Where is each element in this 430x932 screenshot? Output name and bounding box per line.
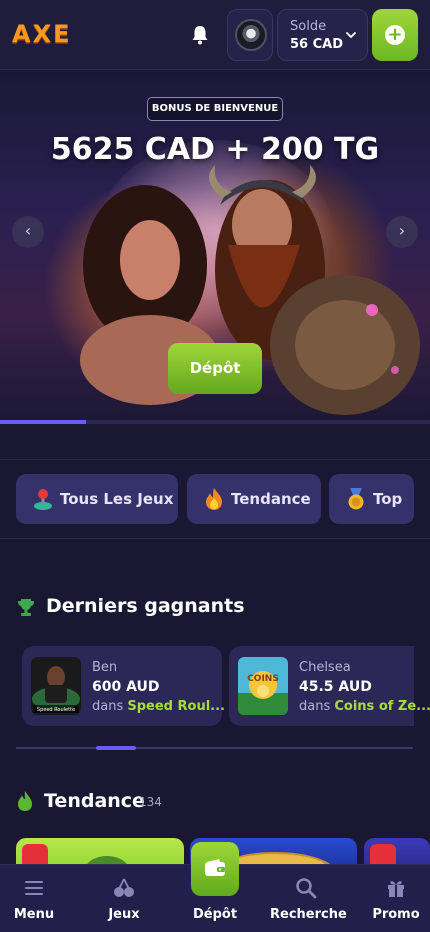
- carousel-progress-fill: [0, 420, 86, 424]
- winner-game-line: dans Coins of Ze...: [299, 699, 430, 714]
- nav-deposit-button[interactable]: [191, 842, 239, 896]
- trending-count: 134: [139, 795, 162, 809]
- axe-logo[interactable]: AXE: [12, 20, 71, 48]
- wallet-icon: [205, 859, 225, 876]
- hero-deposit-button[interactable]: Dépôt: [168, 343, 262, 394]
- nav-label: Recherche: [270, 907, 347, 922]
- trending-title: Tendance: [44, 790, 145, 812]
- menu-icon: [25, 881, 43, 895]
- app-header: AXE Solde 56 CAD +: [0, 0, 430, 70]
- winner-game-line: dans Speed Roul...: [92, 699, 225, 714]
- nav-promo[interactable]: Promo: [370, 865, 422, 932]
- game-thumbnail: COINS: [238, 657, 288, 715]
- profile-button[interactable]: [227, 9, 273, 61]
- carousel-next-button[interactable]: ›: [386, 216, 418, 248]
- category-label: Tendance: [231, 490, 311, 508]
- plus-icon: +: [385, 25, 405, 45]
- winner-name: Chelsea: [299, 660, 351, 675]
- divider: [0, 459, 430, 460]
- winner-amount: 45.5 AUD: [299, 679, 372, 695]
- nav-label: Promo: [372, 907, 420, 922]
- nav-label: Dépôt: [192, 907, 238, 922]
- nav-label: Jeux: [108, 907, 140, 922]
- winners-scroll-thumb[interactable]: [96, 746, 136, 750]
- winner-game-name: Coins of Ze...: [334, 699, 430, 714]
- joystick-icon: [34, 489, 52, 510]
- balance-value: 56 CAD: [290, 37, 344, 52]
- category-trending[interactable]: Tendance: [187, 474, 321, 524]
- category-all-games[interactable]: Tous Les Jeux: [16, 474, 178, 524]
- trophy-icon: [18, 599, 34, 616]
- winner-game-prefix: dans: [299, 699, 331, 714]
- fire-icon: [206, 488, 222, 510]
- winner-amount: 600 AUD: [92, 679, 160, 695]
- latest-winners-title: Derniers gagnants: [46, 595, 245, 617]
- winner-card[interactable]: Speed Roulette Ben 600 AUD dans Speed Ro…: [22, 646, 225, 726]
- winners-scroll-track: [16, 747, 413, 749]
- bell-icon[interactable]: [190, 24, 210, 46]
- winner-name: Ben: [92, 660, 118, 675]
- carousel-progress: [0, 420, 430, 424]
- thumbnail-caption: Speed Roulette: [37, 707, 75, 713]
- bonus-amount-title: 5625 CAD + 200 TG: [50, 132, 380, 167]
- nav-search[interactable]: Recherche: [270, 865, 347, 932]
- category-top[interactable]: Top: [329, 474, 414, 524]
- game-thumbnail: Speed Roulette: [31, 657, 81, 715]
- gift-icon: [388, 881, 404, 897]
- winner-card[interactable]: COINS Chelsea 45.5 AUD dans Coins of Ze.…: [229, 646, 430, 726]
- nav-label: Menu: [13, 907, 55, 922]
- welcome-bonus-badge: BONUS DE BIENVENUE: [147, 97, 283, 121]
- thumbnail-caption: COINS: [247, 674, 279, 684]
- cherries-icon: [114, 878, 134, 897]
- balance-dropdown[interactable]: Solde 56 CAD: [277, 9, 368, 61]
- medal-icon: [348, 488, 364, 510]
- chevron-down-icon: [346, 32, 356, 39]
- winner-game-name: Speed Roul...: [127, 699, 225, 714]
- nav-menu[interactable]: Menu: [8, 865, 60, 932]
- carousel-prev-button[interactable]: ‹: [12, 216, 44, 248]
- nav-games[interactable]: Jeux: [98, 865, 150, 932]
- category-label: Tous Les Jeux: [60, 490, 174, 508]
- hero-banner: BONUS DE BIENVENUE 5625 CAD + 200 TG ‹ ›…: [0, 70, 430, 420]
- avatar: [235, 19, 267, 51]
- divider: [0, 538, 430, 539]
- search-icon: [296, 878, 317, 899]
- balance-label: Solde: [290, 19, 327, 34]
- category-label: Top: [373, 490, 403, 508]
- winner-game-prefix: dans: [92, 699, 124, 714]
- flame-icon: [18, 791, 32, 811]
- add-funds-button[interactable]: +: [372, 9, 418, 61]
